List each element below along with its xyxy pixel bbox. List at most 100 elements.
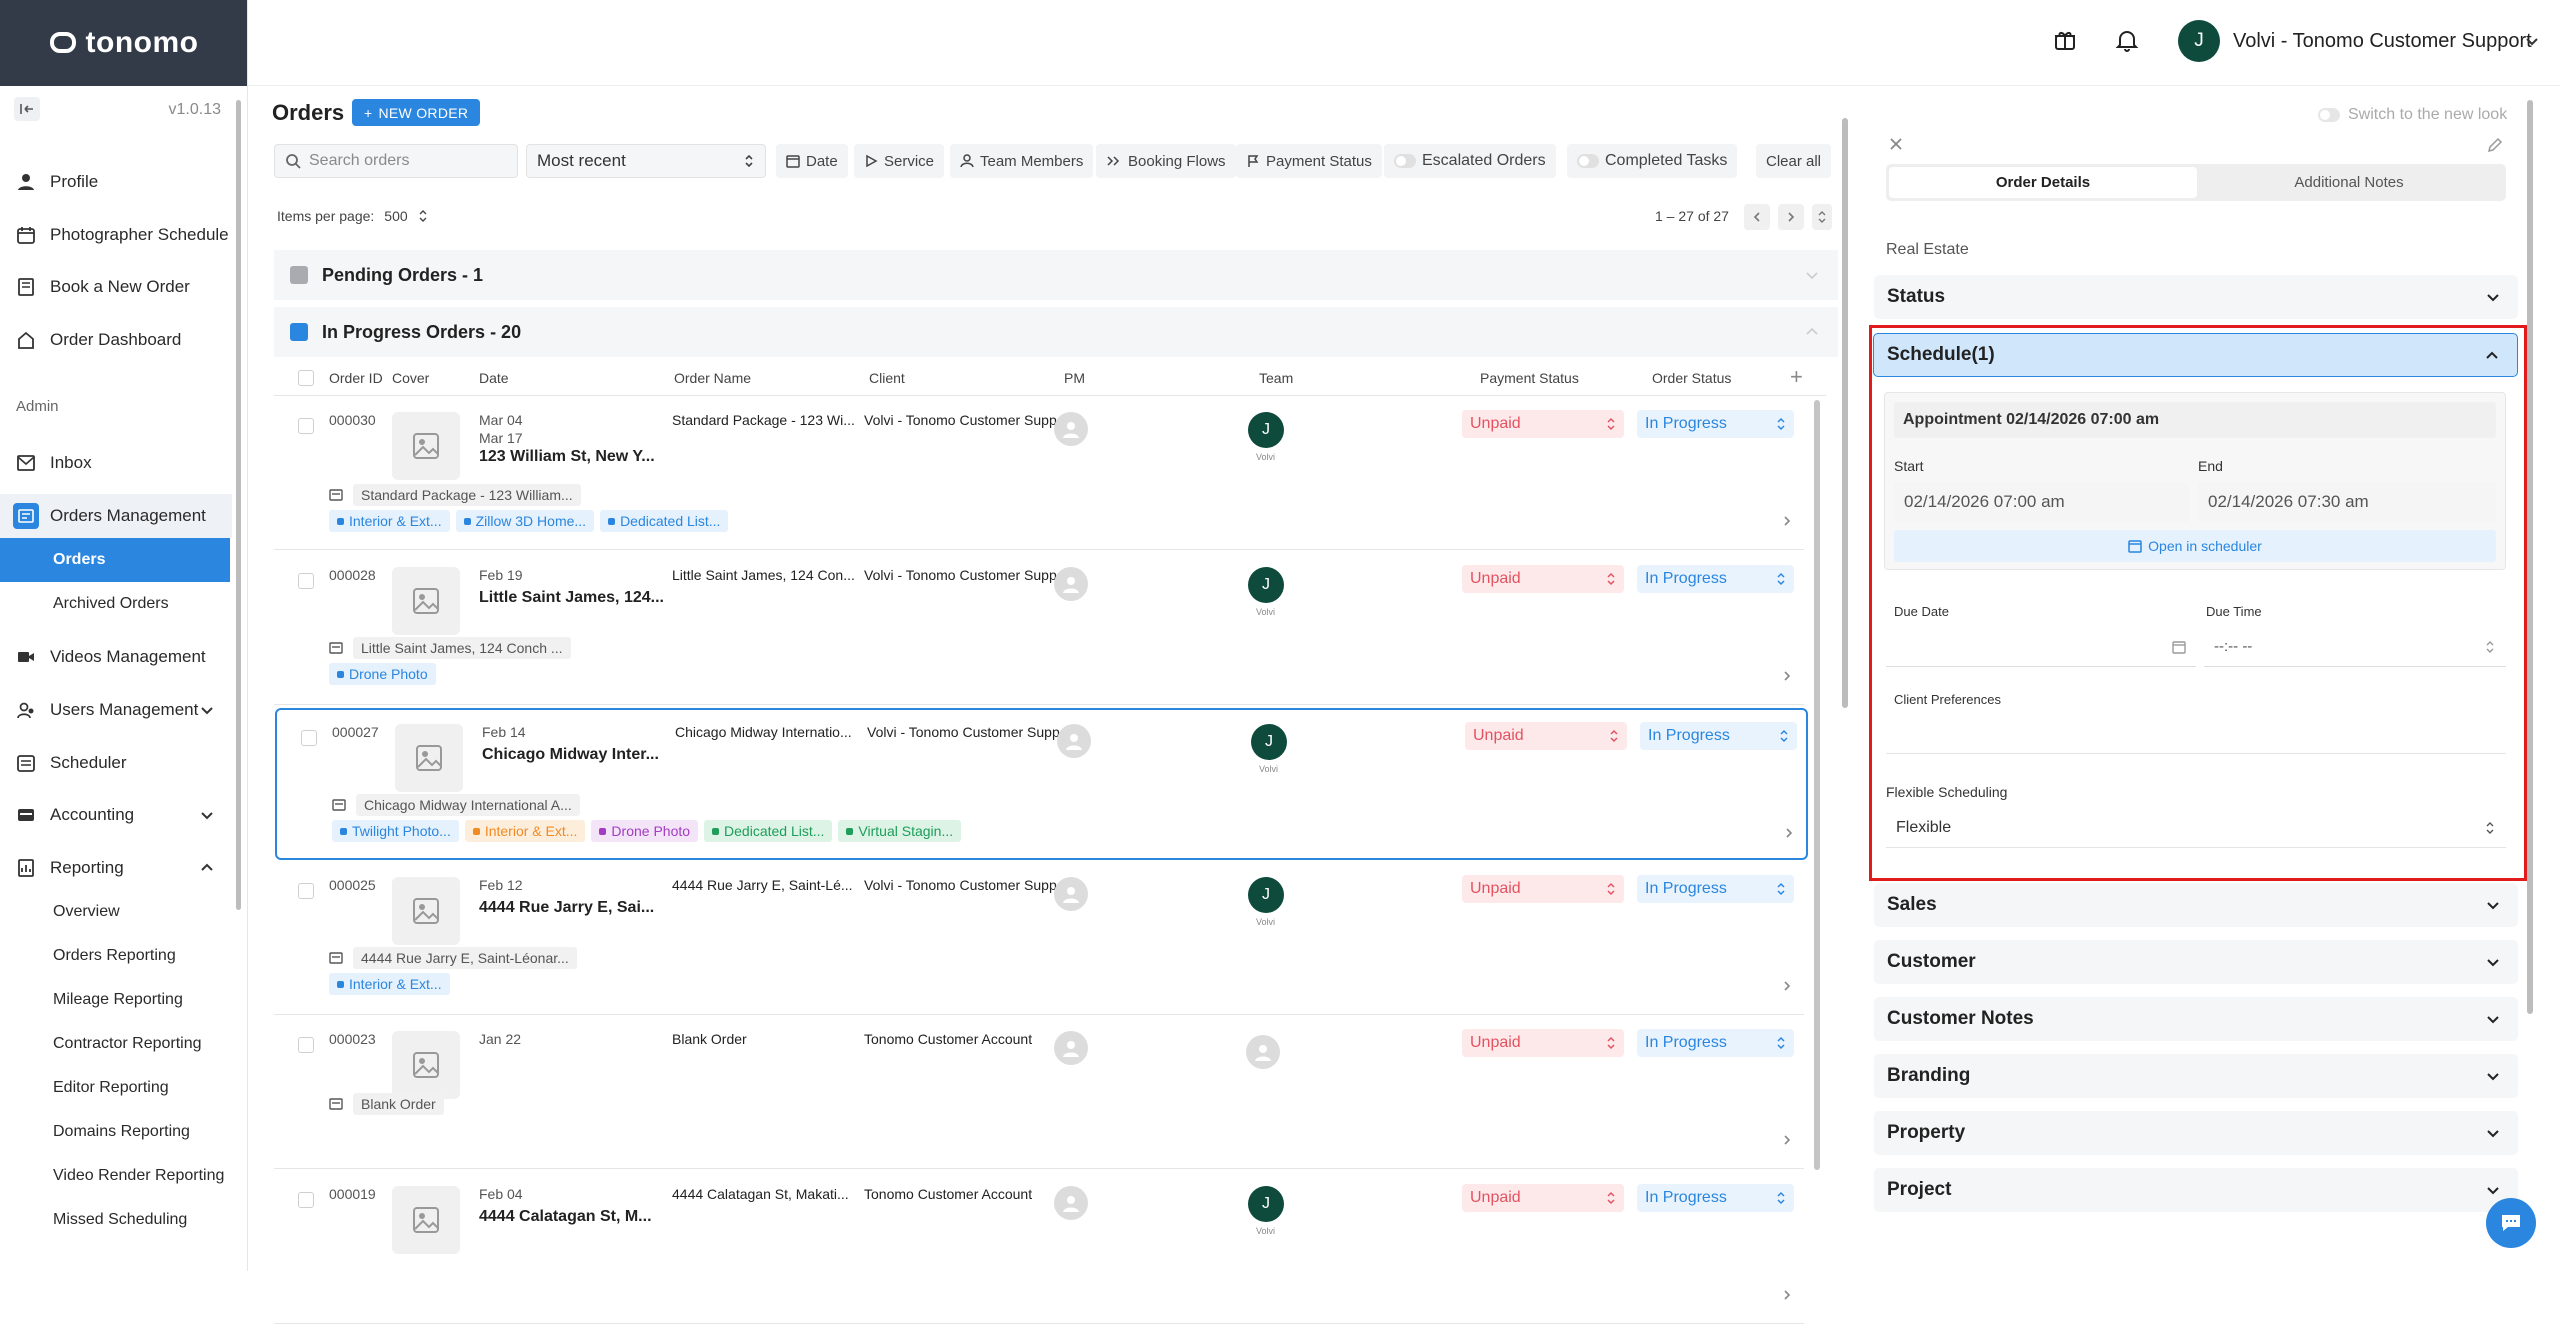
row-checkbox[interactable] — [298, 573, 314, 589]
order-name[interactable]: 4444 Calatagan St, Makati... — [672, 1186, 849, 1202]
sidebar-item-domains-reporting[interactable]: Domains Reporting — [0, 1110, 232, 1154]
pm-avatar[interactable] — [1054, 412, 1088, 446]
cover-image[interactable] — [395, 724, 463, 792]
column-client[interactable]: Client — [869, 370, 905, 386]
table-row[interactable]: 000023 Jan 22 Blank Order Tonomo Customer A… — [274, 1017, 1804, 1169]
cover-image[interactable] — [392, 1031, 460, 1099]
sidebar-item-accounting[interactable]: Accounting — [0, 793, 232, 837]
client-name[interactable]: Volvi - Tonomo Customer Support — [864, 412, 1073, 428]
sidebar-item-mileage-reporting[interactable]: Mileage Reporting — [0, 978, 232, 1022]
order-address-title[interactable]: Chicago Midway Inter... — [482, 746, 659, 764]
next-page-button[interactable] — [1778, 204, 1804, 230]
service-tag[interactable]: Twilight Photo... — [332, 820, 459, 842]
chevron-down-icon[interactable] — [1804, 267, 1820, 283]
row-checkbox[interactable] — [298, 883, 314, 899]
chevron-right-icon[interactable] — [1780, 1133, 1794, 1147]
team-avatar[interactable]: J — [1251, 724, 1287, 760]
section-customer-notes[interactable]: Customer Notes — [1874, 997, 2518, 1041]
sidebar-item-scheduler[interactable]: Scheduler — [0, 741, 232, 785]
section-project[interactable]: Project — [1874, 1168, 2518, 1212]
group-in-progress-orders[interactable]: In Progress Orders - 20 — [274, 307, 1838, 357]
add-column-button[interactable]: + — [1790, 364, 1803, 390]
sort-select[interactable]: Most recent — [526, 144, 766, 178]
user-name[interactable]: Volvi - Tonomo Customer Support — [2233, 30, 2532, 53]
filter-team-members[interactable]: Team Members — [950, 144, 1094, 178]
new-order-button[interactable]: + NEW ORDER — [352, 99, 481, 126]
service-tag[interactable]: Interior & Ext... — [464, 820, 586, 842]
order-status-select[interactable]: In Progress — [1640, 722, 1797, 750]
sidebar-item-users-management[interactable]: Users Management — [0, 688, 232, 732]
chevron-down-icon[interactable] — [2524, 33, 2540, 49]
tab-additional-notes[interactable]: Additional Notes — [2195, 167, 2503, 198]
chat-support-button[interactable] — [2486, 1198, 2536, 1248]
order-name[interactable]: Blank Order — [672, 1031, 747, 1047]
filter-booking-flows[interactable]: Booking Flows — [1096, 144, 1236, 178]
chevron-right-icon[interactable] — [1780, 979, 1794, 993]
sidebar-item-video-render-reporting[interactable]: Video Render Reporting — [0, 1154, 232, 1198]
gift-icon[interactable] — [2052, 27, 2078, 53]
service-tag[interactable]: Drone Photo — [329, 663, 436, 685]
cover-image[interactable] — [392, 877, 460, 945]
table-scrollbar[interactable] — [1814, 400, 1820, 1170]
team-avatar[interactable]: J — [1248, 412, 1284, 448]
payment-status-select[interactable]: Unpaid — [1462, 565, 1624, 593]
sidebar-item-reporting[interactable]: Reporting — [0, 846, 232, 890]
team-avatar[interactable]: J — [1248, 1186, 1284, 1222]
sidebar-item-videos-management[interactable]: Videos Management — [0, 635, 232, 679]
sidebar-scrollbar[interactable] — [236, 100, 241, 910]
client-name[interactable]: Volvi - Tonomo Customer Support — [867, 724, 1076, 740]
service-tag[interactable]: Zillow 3D Home... — [455, 510, 595, 532]
chevron-right-icon[interactable] — [1782, 826, 1796, 840]
order-status-select[interactable]: In Progress — [1637, 565, 1794, 593]
toggle-switch[interactable] — [1394, 154, 1416, 168]
order-name[interactable]: Little Saint James, 124 Con... — [672, 567, 855, 583]
order-name[interactable]: Standard Package - 123 Wi... — [672, 412, 855, 428]
chevron-up-icon[interactable] — [1804, 324, 1820, 340]
chevron-right-icon[interactable] — [1780, 669, 1794, 683]
team-avatar-empty[interactable] — [1246, 1035, 1280, 1069]
team-avatar[interactable]: J — [1248, 567, 1284, 603]
cover-image[interactable] — [392, 1186, 460, 1254]
toggle-switch[interactable] — [2318, 108, 2340, 122]
toggle-switch[interactable] — [1577, 154, 1599, 168]
prev-page-button[interactable] — [1744, 204, 1770, 230]
group-color-box[interactable] — [290, 266, 308, 284]
client-name[interactable]: Tonomo Customer Account — [864, 1186, 1032, 1202]
chevron-right-icon[interactable] — [1780, 1288, 1794, 1302]
service-tag[interactable]: Dedicated List... — [600, 510, 729, 532]
sidebar-item-inbox[interactable]: Inbox — [0, 441, 232, 485]
sidebar-item-missed-scheduling[interactable]: Missed Scheduling — [0, 1198, 232, 1242]
cover-image[interactable] — [392, 567, 460, 635]
section-customer[interactable]: Customer — [1874, 940, 2518, 984]
client-name[interactable]: Volvi - Tonomo Customer Support — [864, 567, 1073, 583]
chevron-down-icon[interactable] — [198, 806, 216, 824]
cover-image[interactable] — [392, 412, 460, 480]
table-row[interactable]: 000027 Feb 14 Chicago Midway Inter... Chica… — [275, 708, 1808, 860]
team-avatar[interactable]: J — [1248, 877, 1284, 913]
table-row[interactable]: 000025 Feb 12 4444 Rue Jarry E, Sai... 4444… — [274, 863, 1804, 1015]
sidebar-item-editor-reporting[interactable]: Editor Reporting — [0, 1066, 232, 1110]
pm-avatar[interactable] — [1054, 877, 1088, 911]
sidebar-item-photographer-schedule[interactable]: Photographer Schedule — [0, 213, 232, 257]
section-status[interactable]: Status — [1874, 275, 2518, 319]
row-checkbox[interactable] — [298, 1037, 314, 1053]
column-order-id[interactable]: Order ID — [329, 370, 383, 386]
row-checkbox[interactable] — [298, 1192, 314, 1208]
order-address-title[interactable]: Little Saint James, 124... — [479, 589, 664, 607]
updown-icon[interactable] — [418, 209, 428, 223]
payment-status-select[interactable]: Unpaid — [1462, 410, 1624, 438]
tab-order-details[interactable]: Order Details — [1889, 167, 2197, 198]
service-tag[interactable]: Interior & Ext... — [329, 510, 450, 532]
table-row[interactable]: 000019 Feb 04 4444 Calatagan St, M... 4444 … — [274, 1172, 1804, 1324]
pm-avatar[interactable] — [1054, 567, 1088, 601]
chevron-right-icon[interactable] — [1780, 514, 1794, 528]
service-tag[interactable]: Dedicated List... — [704, 820, 833, 842]
chevron-up-icon[interactable] — [198, 859, 216, 877]
column-order-name[interactable]: Order Name — [674, 370, 751, 386]
sidebar-item-contractor-reporting[interactable]: Contractor Reporting — [0, 1022, 232, 1066]
bell-icon[interactable] — [2114, 27, 2140, 53]
user-avatar[interactable]: J — [2178, 20, 2220, 62]
order-name[interactable]: 4444 Rue Jarry E, Saint-Lé... — [672, 877, 853, 893]
column-date[interactable]: Date — [479, 370, 509, 386]
section-branding[interactable]: Branding — [1874, 1054, 2518, 1098]
